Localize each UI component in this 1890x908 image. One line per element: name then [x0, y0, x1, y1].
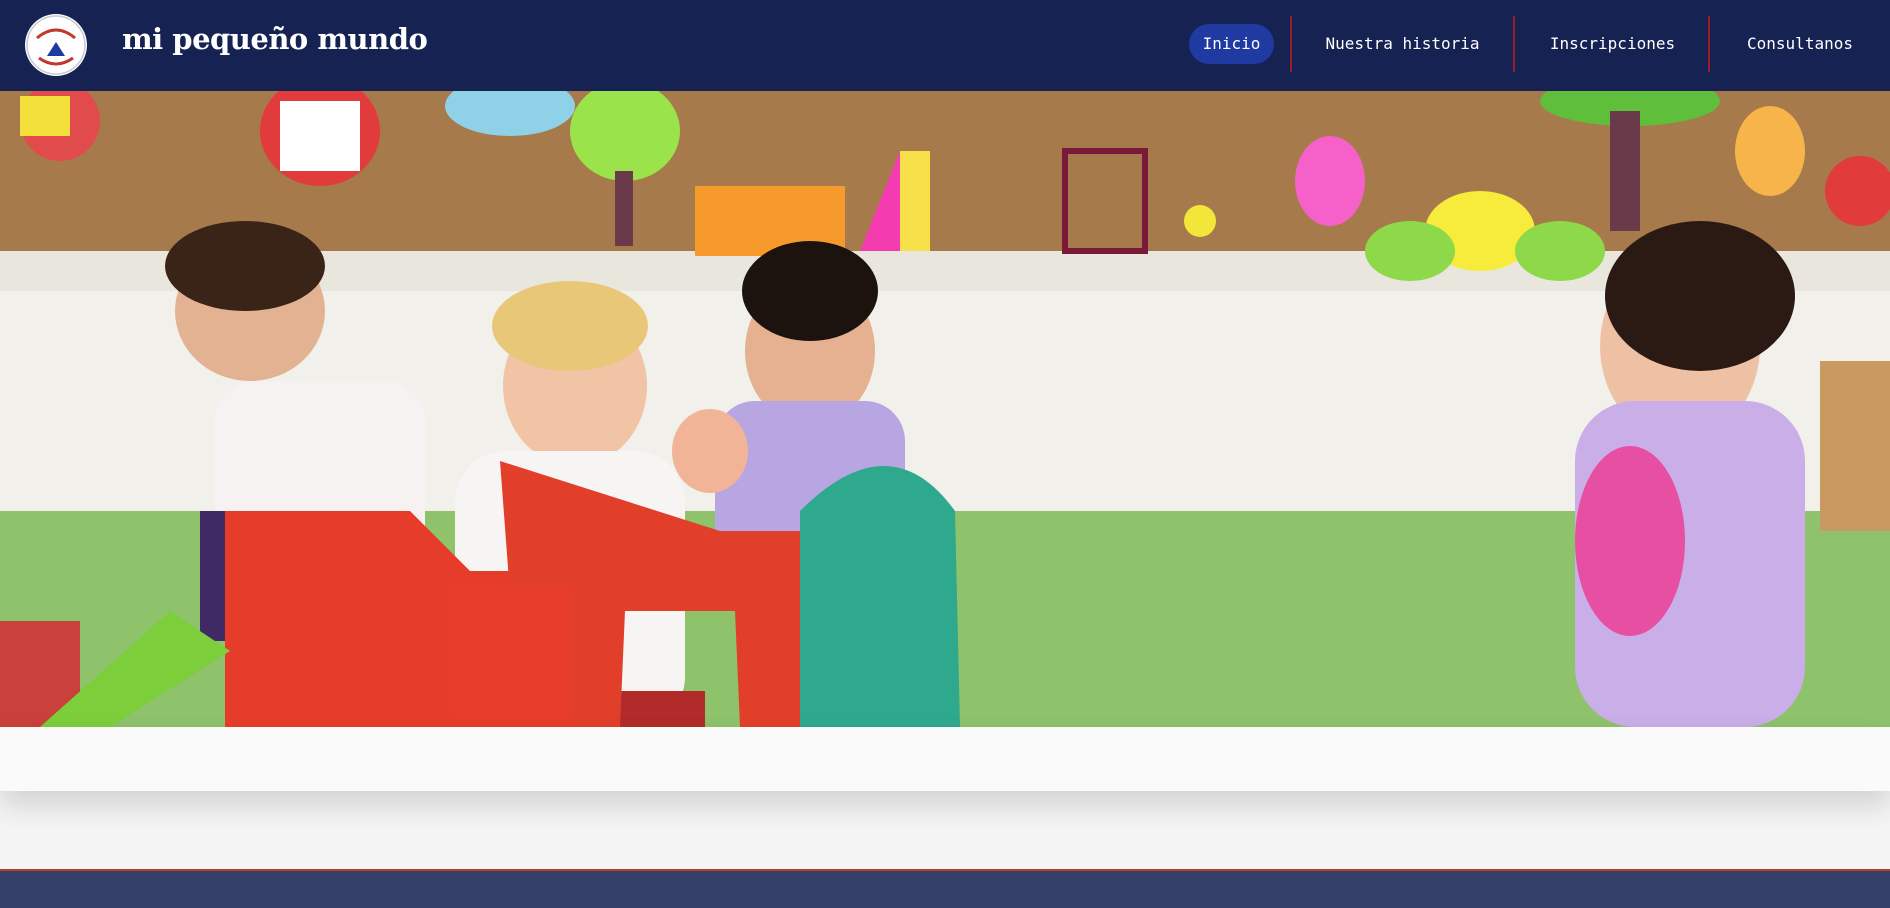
top-navbar: mi pequeño mundo Inicio Nuestra historia…	[0, 0, 1890, 91]
footer-bar	[0, 869, 1890, 908]
children-playing-photo-icon	[0, 91, 1890, 727]
nav-divider	[1290, 16, 1292, 72]
nav-divider	[1708, 16, 1710, 72]
hero-photo	[0, 91, 1890, 727]
content-band	[0, 727, 1890, 791]
logo-emblem-icon	[26, 15, 86, 75]
nav-inscripciones[interactable]: Inscripciones	[1540, 24, 1685, 64]
nav-inicio[interactable]: Inicio	[1189, 24, 1274, 64]
site-logo[interactable]	[25, 14, 87, 76]
brand-name[interactable]: mi pequeño mundo	[122, 22, 428, 56]
hero-section	[0, 91, 1890, 727]
nav-divider	[1513, 16, 1515, 72]
nav-consultanos[interactable]: Consultanos	[1740, 24, 1860, 64]
nav-nuestra-historia[interactable]: Nuestra historia	[1315, 24, 1490, 64]
